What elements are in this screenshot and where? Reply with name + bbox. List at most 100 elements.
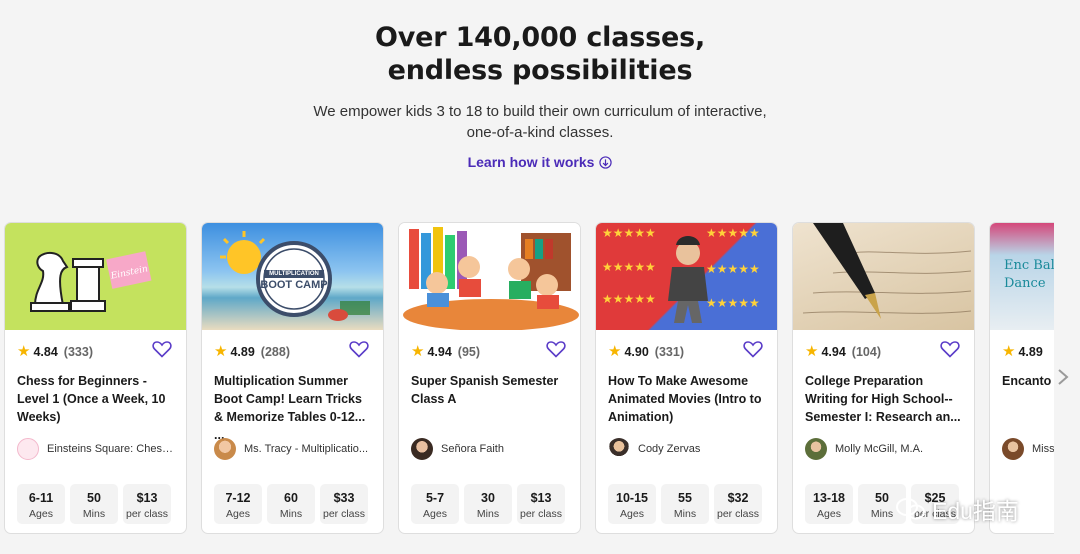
headline-line-1: Over 140,000 classes, — [374, 22, 706, 53]
price-value: $13 — [530, 491, 552, 505]
learn-link-label: Learn how it works — [467, 154, 595, 170]
heart-icon[interactable] — [152, 340, 172, 358]
rating-score: 4.84 — [33, 345, 58, 359]
class-title[interactable]: College Preparation Writing for High Sch… — [793, 359, 974, 426]
star-icon: ★ — [17, 343, 31, 360]
class-title[interactable]: How To Make Awesome Animated Movies (Int… — [596, 359, 777, 426]
class-title[interactable]: Super Spanish Semester Class A — [399, 359, 580, 426]
svg-text:★★★★★: ★★★★★ — [706, 262, 760, 276]
class-card[interactable]: ★ 4.94 (95) Super Spanish Semester Class… — [398, 222, 581, 534]
rating-score: 4.89 — [230, 345, 255, 359]
review-count: (288) — [260, 345, 290, 359]
review-count: (333) — [63, 345, 93, 359]
svg-text:★★★★★: ★★★★★ — [602, 226, 656, 240]
class-thumbnail: ★★★★★ ★★★★★ ★★★★★ ★★★★★ ★★★★★ ★★★★★ — [596, 223, 777, 330]
teacher-info[interactable]: Einsteins Square: Chess,... — [5, 426, 186, 460]
heart-icon[interactable] — [349, 340, 369, 358]
class-card[interactable]: Einstein ★ 4.84 (333) Chess for Beginner… — [4, 222, 187, 534]
avatar — [411, 438, 433, 460]
price-stat: $13 per class — [517, 484, 565, 524]
watermark-text: Edu指南 — [932, 498, 1019, 524]
price-stat: $32 per class — [714, 484, 762, 524]
ages-value: 5-7 — [425, 491, 445, 505]
avatar — [17, 438, 39, 460]
class-stats: 6-11 Ages 50 Mins $13 per class — [17, 484, 171, 524]
chess-pieces-illustration: Einstein — [30, 251, 152, 312]
teacher-info[interactable]: Miss — [990, 426, 1054, 460]
fountain-pen-illustration — [802, 223, 972, 319]
class-card[interactable]: Enc Bal Dance ★ 4.89 Encanto Class! Miss — [989, 222, 1054, 534]
teacher-info[interactable]: Señora Faith — [399, 426, 580, 460]
teacher-info[interactable]: Ms. Tracy - Multiplicatio... — [202, 426, 383, 460]
star-icon: ★ — [214, 343, 228, 360]
teacher-info[interactable]: Molly McGill, M.A. — [793, 426, 974, 460]
ages-value: 6-11 — [28, 491, 54, 505]
teacher-info[interactable]: Cody Zervas — [596, 426, 777, 460]
class-thumbnail — [793, 223, 974, 330]
class-stats: 10-15 Ages 55 Mins $32 per class — [608, 484, 762, 524]
mins-value: 50 — [87, 491, 101, 505]
ages-stat: 7-12 Ages — [214, 484, 262, 524]
thumbnail-text: Enc Bal Dance — [1004, 258, 1054, 291]
svg-text:★★★★★: ★★★★★ — [706, 296, 760, 310]
rating-score: 4.94 — [821, 345, 846, 359]
avatar — [214, 438, 236, 460]
mins-stat: 55 Mins — [661, 484, 709, 524]
teacher-name: Señora Faith — [441, 443, 504, 455]
class-card[interactable]: ★★★★★ ★★★★★ ★★★★★ ★★★★★ ★★★★★ ★★★★★ ★ 4.90 … — [595, 222, 778, 534]
class-card[interactable]: MULTIPLICATION BOOT CAMP ★ 4.89 (288) Mu… — [201, 222, 384, 534]
mins-value: 60 — [284, 491, 298, 505]
class-thumbnail — [399, 223, 580, 330]
price-value: $32 — [727, 491, 749, 505]
heart-icon[interactable] — [546, 340, 566, 358]
ages-label: Ages — [817, 508, 841, 520]
heart-icon[interactable] — [743, 340, 763, 358]
teacher-name: Miss — [1032, 443, 1054, 455]
rating-score: 4.94 — [427, 345, 452, 359]
price-label: per class — [125, 508, 168, 520]
teacher-name: Molly McGill, M.A. — [835, 443, 923, 455]
ages-label: Ages — [29, 508, 53, 520]
wechat-icon — [896, 498, 925, 520]
class-stats: 5-7 Ages 30 Mins $13 per class — [411, 484, 565, 524]
class-carousel: Einstein ★ 4.84 (333) Chess for Beginner… — [0, 222, 1054, 534]
class-thumbnail: Enc Bal Dance — [990, 223, 1054, 330]
hero-subtitle: We empower kids 3 to 18 to build their o… — [313, 103, 767, 141]
ages-stat: 10-15 Ages — [608, 484, 656, 524]
headline-line-2: endless possibilities — [387, 55, 693, 86]
class-card[interactable]: ★ 4.94 (104) College Preparation Writing… — [792, 222, 975, 534]
ages-stat: 13-18 Ages — [805, 484, 853, 524]
ages-value: 13-18 — [813, 491, 845, 505]
class-thumbnail: Einstein — [5, 223, 186, 330]
ages-stat: 5-7 Ages — [411, 484, 459, 524]
mins-stat: 50 Mins — [70, 484, 118, 524]
svg-text:★★★★★: ★★★★★ — [706, 226, 760, 240]
class-title[interactable]: Encanto Class! — [990, 359, 1054, 426]
avatar — [1002, 438, 1024, 460]
thumbnail-text: BOOT CAMP — [260, 279, 328, 291]
class-title[interactable]: Chess for Beginners - Level 1 (Once a We… — [5, 359, 186, 426]
avatar — [805, 438, 827, 460]
review-count: (331) — [654, 345, 684, 359]
ages-stat: 6-11 Ages — [17, 484, 65, 524]
svg-text:★★★★★: ★★★★★ — [602, 260, 656, 274]
rating-score: 4.90 — [624, 345, 649, 359]
star-icon: ★ — [411, 343, 425, 360]
rating: ★ 4.89 — [990, 330, 1054, 359]
class-title[interactable]: Multiplication Summer Boot Camp! Learn T… — [202, 359, 383, 442]
heart-icon[interactable] — [940, 340, 960, 358]
mins-label: Mins — [279, 508, 303, 520]
learn-how-it-works-link[interactable]: Learn how it works — [468, 154, 613, 170]
price-stat: $13 per class — [123, 484, 171, 524]
chevron-right-icon[interactable] — [1056, 368, 1070, 386]
price-label: per class — [716, 508, 759, 520]
ages-value: 10-15 — [616, 491, 648, 505]
price-value: $33 — [333, 491, 355, 505]
kids-reading-illustration — [403, 227, 579, 330]
hero-section: Over 140,000 classes, endless possibilit… — [0, 0, 1080, 172]
teacher-name: Cody Zervas — [638, 443, 701, 455]
avatar — [608, 438, 630, 460]
star-icon: ★ — [608, 343, 622, 360]
mins-label: Mins — [476, 508, 500, 520]
rating-score: 4.89 — [1018, 345, 1043, 359]
